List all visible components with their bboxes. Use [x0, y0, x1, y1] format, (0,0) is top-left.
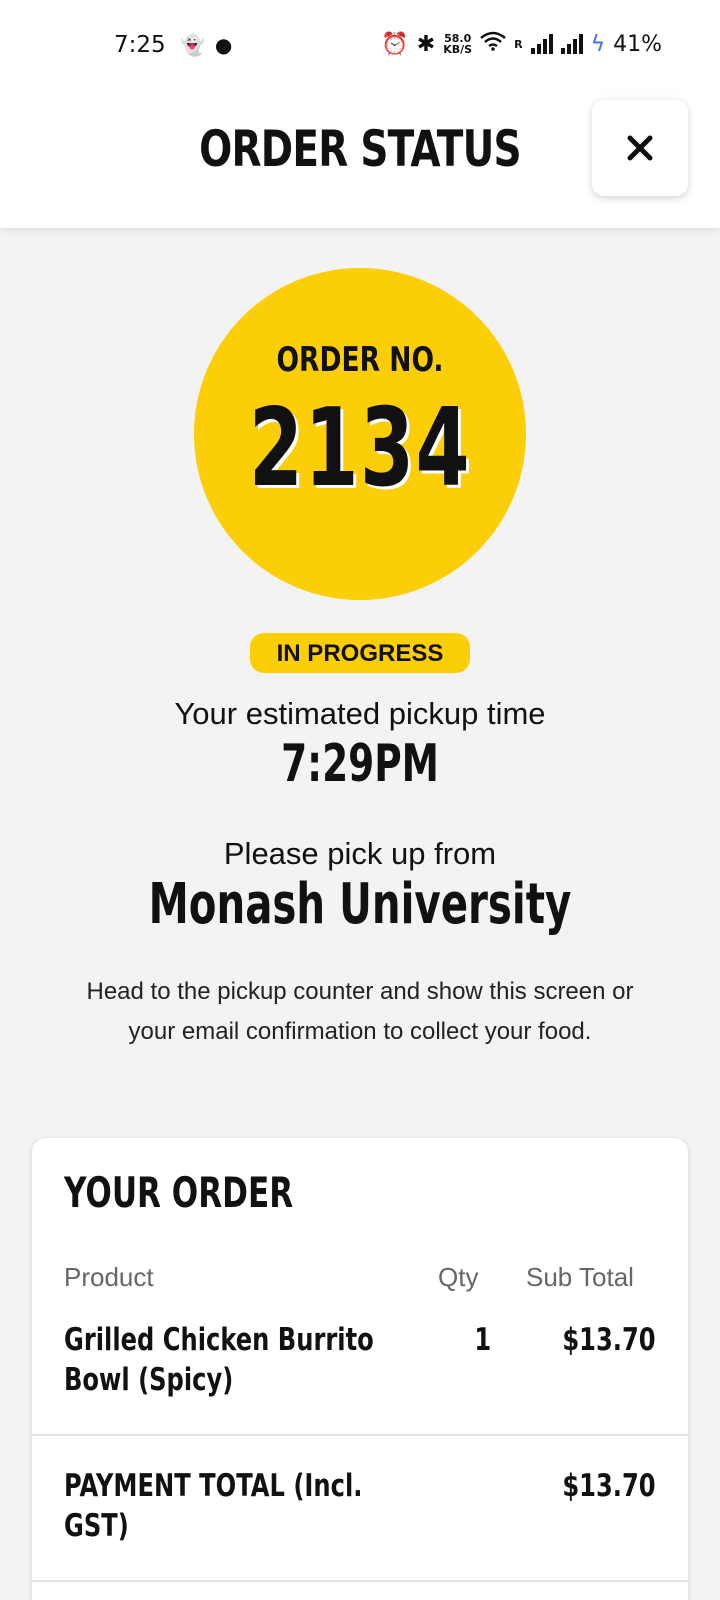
- order-summary-title: YOUR ORDER: [64, 1168, 294, 1217]
- network-speed: 58.0 KB/S: [443, 33, 472, 55]
- item-name: Grilled Chicken Burrito Bowl (Spicy): [64, 1322, 374, 1398]
- charging-icon: ϟ: [590, 31, 606, 57]
- order-number-badge: ORDER NO. 2134: [194, 268, 526, 600]
- divider: [32, 1434, 688, 1436]
- signal-icon-1: [530, 34, 553, 54]
- payment-total-label: PAYMENT TOTAL (Incl. GST): [64, 1468, 363, 1544]
- bluetooth-icon: ✱: [416, 31, 436, 57]
- alarm-icon: ⏰: [381, 31, 409, 57]
- wifi-icon: [480, 31, 506, 57]
- item-qty: 1: [474, 1322, 492, 1358]
- snapchat-icon: 👻: [180, 33, 205, 57]
- roaming-indicator: R: [514, 37, 523, 51]
- pickup-location: Monash University: [148, 872, 572, 937]
- pickup-time-label: Your estimated pickup time: [174, 696, 546, 731]
- close-icon: [627, 135, 653, 161]
- order-number: 2134: [248, 386, 472, 511]
- status-bar: 7:25 👻 ● ⏰ ✱ 58.0 KB/S R ϟ 41%: [0, 0, 720, 90]
- network-speed-unit: KB/S: [443, 43, 473, 56]
- column-header-subtotal: Sub Total: [526, 1262, 634, 1292]
- pickup-location-label: Please pick up from: [223, 836, 497, 871]
- divider: [32, 1580, 688, 1582]
- status-right: ⏰ ✱ 58.0 KB/S R ϟ 41%: [381, 31, 662, 57]
- item-subtotal: $13.70: [562, 1322, 656, 1358]
- column-header-qty: Qty: [438, 1262, 479, 1292]
- pickup-time: 7:29PM: [281, 734, 439, 794]
- column-header-product: Product: [64, 1262, 154, 1292]
- notification-icons: 👻 ●: [180, 34, 232, 56]
- signal-icon-2: [560, 34, 583, 54]
- status-badge: IN PROGRESS: [250, 633, 470, 673]
- reddit-icon: ●: [214, 33, 233, 57]
- order-summary-card: YOUR ORDER Product Qty Sub Total Grilled…: [32, 1138, 688, 1600]
- battery-percent: 41%: [613, 31, 662, 57]
- payment-total-value: $13.70: [562, 1468, 656, 1504]
- header: ORDER STATUS: [0, 90, 720, 228]
- close-button[interactable]: [592, 100, 688, 196]
- page-title: ORDER STATUS: [199, 120, 521, 178]
- order-number-label: ORDER NO.: [276, 340, 444, 380]
- pickup-instructions: Head to the pickup counter and show this…: [86, 978, 634, 1045]
- status-time: 7:25: [114, 32, 166, 58]
